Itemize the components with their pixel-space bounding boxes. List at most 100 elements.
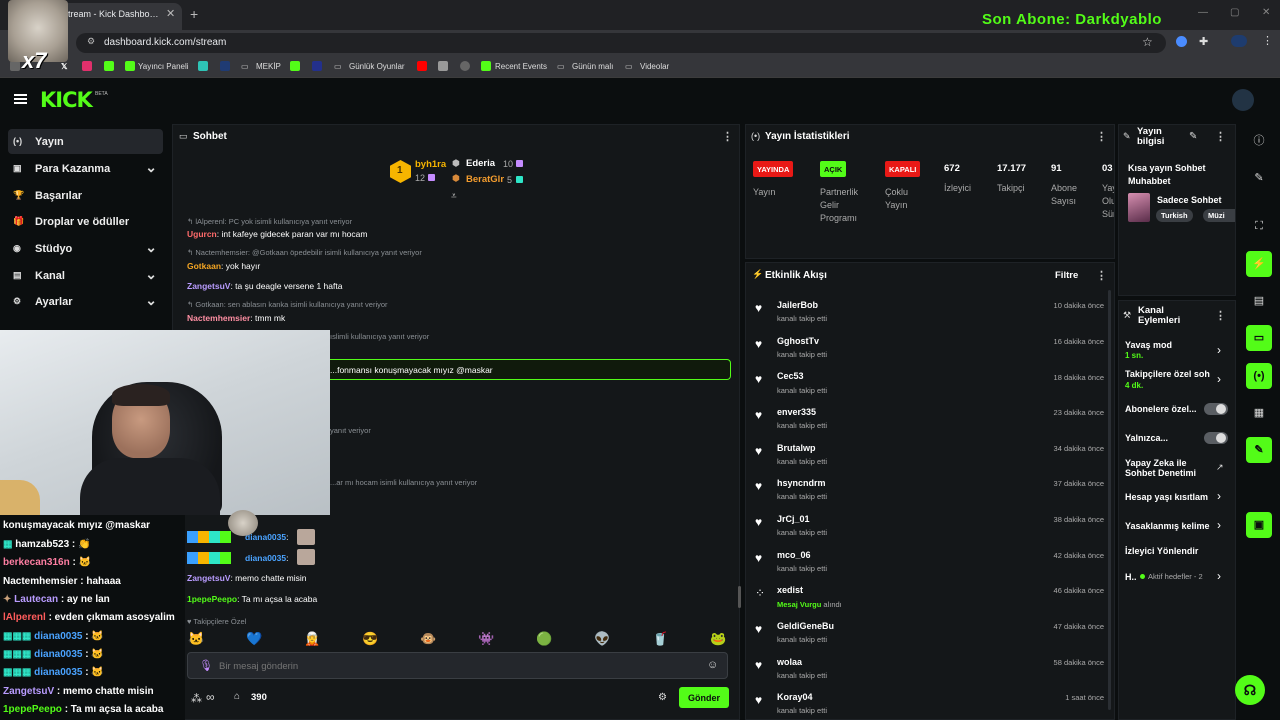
activity-user[interactable]: mco_06 xyxy=(777,550,811,560)
subs-only-toggle[interactable] xyxy=(1204,403,1228,415)
activity-user[interactable]: enver335 xyxy=(777,407,816,417)
chevron-right-icon[interactable]: › xyxy=(1217,569,1221,583)
bookmark-star-icon[interactable]: ☆ xyxy=(1142,35,1153,49)
activity-user[interactable]: JailerBob xyxy=(777,300,818,310)
leader-first-name[interactable]: byh1ra xyxy=(415,159,446,170)
sidebar-item-studyo[interactable]: ◉ Stüdyo ⌄ xyxy=(8,236,163,261)
sidebar-item-para-kazanma[interactable]: ▣ Para Kazanma ⌄ xyxy=(8,156,163,181)
category-thumbnail[interactable] xyxy=(1128,193,1150,222)
expand-leaderboard-icon[interactable]: ⩡ xyxy=(451,191,457,202)
chevron-right-icon[interactable]: › xyxy=(1217,518,1221,532)
category-name[interactable]: Sadece Sohbet xyxy=(1157,195,1235,205)
emote-2[interactable]: 💙 xyxy=(246,631,262,647)
activity-options-icon[interactable]: ⋮ xyxy=(1096,269,1107,282)
sidebar-item-ayarlar[interactable]: ⚙ Ayarlar ⌄ xyxy=(8,289,163,314)
instagram-bookmark-icon[interactable] xyxy=(82,61,92,71)
store-icon[interactable]: ⌂ xyxy=(234,691,240,702)
emote-9[interactable]: 🥤 xyxy=(652,631,668,647)
chat-toggle-icon[interactable]: ▭ xyxy=(1246,325,1272,351)
active-goals-label[interactable]: Aktif hedefler - 2 xyxy=(1148,572,1203,581)
maximize-icon[interactable]: ▢ xyxy=(1230,7,1239,18)
leader-second-name[interactable]: Ederia xyxy=(466,158,495,169)
emote-7[interactable]: 🟢 xyxy=(536,631,552,647)
chevron-right-icon[interactable]: › xyxy=(1217,372,1221,386)
activity-user[interactable]: JrCj_01 xyxy=(777,514,810,524)
emote-4[interactable]: 😎 xyxy=(362,631,378,647)
broadcast-toggle-icon[interactable]: (•) xyxy=(1246,363,1272,389)
tab-close-icon[interactable]: ✕ xyxy=(166,7,175,20)
emoji-picker-icon[interactable]: ☺ xyxy=(707,659,718,671)
activity-user[interactable]: wolaa xyxy=(777,657,802,667)
filter-button[interactable]: Filtre xyxy=(1055,270,1078,281)
emote-10[interactable]: 🐸 xyxy=(710,631,726,647)
site-info-icon[interactable]: ⚙ xyxy=(87,36,95,47)
chat-username[interactable]: Ugurcn xyxy=(187,229,217,239)
hamburger-menu-icon[interactable] xyxy=(14,94,27,104)
kick-bookmark-icon[interactable] xyxy=(104,61,114,71)
window-close-icon[interactable]: ✕ xyxy=(1262,7,1270,18)
activity-scrollbar[interactable] xyxy=(1108,290,1111,710)
chat-username[interactable]: ZangetsuV xyxy=(187,573,230,583)
chat-settings-gear-icon[interactable]: ⚙ xyxy=(658,692,667,703)
bookmark-videolar[interactable]: Videolar xyxy=(640,62,669,71)
chevron-right-icon[interactable]: › xyxy=(1217,343,1221,357)
activity-user[interactable]: Cec53 xyxy=(777,371,804,381)
chat-username[interactable]: Nactemhemsier xyxy=(187,313,250,323)
chat-username[interactable]: diana0035 xyxy=(245,553,286,563)
bookmark-yayinci-paneli[interactable]: Yayıncı Paneli xyxy=(138,62,189,71)
kick-panel-bookmark-icon[interactable] xyxy=(125,61,135,71)
tag-music[interactable]: Müzi xyxy=(1203,209,1235,222)
bookmark-gunun-mali[interactable]: Günün malı xyxy=(572,62,613,71)
url-box[interactable] xyxy=(76,33,1166,53)
fullscreen-icon[interactable]: ⛶ xyxy=(1246,213,1272,239)
bookmark-icon[interactable] xyxy=(481,61,491,71)
kick-bookmark-icon[interactable] xyxy=(290,61,300,71)
profile-icon[interactable] xyxy=(1231,35,1247,47)
chat-username[interactable]: 1pepePeepo xyxy=(187,594,237,604)
kick-logo[interactable]: KICK xyxy=(40,88,93,112)
bookmark-icon[interactable] xyxy=(438,61,448,71)
activity-user[interactable]: Koray04 xyxy=(777,692,813,702)
chevron-right-icon[interactable]: › xyxy=(1217,489,1221,503)
send-button[interactable]: Gönder xyxy=(679,687,729,708)
minimize-icon[interactable]: — xyxy=(1198,7,1208,18)
youtube-bookmark-icon[interactable] xyxy=(417,61,427,71)
apps-icon[interactable] xyxy=(10,61,20,71)
leader-third-name[interactable]: BeratGlr xyxy=(466,174,504,185)
channel-points-icon[interactable]: ⁂ xyxy=(191,692,202,705)
support-headset-icon[interactable]: ☊ xyxy=(1235,675,1265,705)
extension-icon[interactable] xyxy=(1176,36,1187,47)
activity-user[interactable]: xedist xyxy=(777,585,803,595)
edit-icon[interactable]: ✎ xyxy=(1246,165,1272,191)
channel-actions-options-icon[interactable]: ⋮ xyxy=(1215,309,1226,322)
browser-menu-icon[interactable]: ⋮ xyxy=(1262,34,1273,47)
emote-3[interactable]: 🧝 xyxy=(304,631,320,647)
emote-8[interactable]: 👽 xyxy=(594,631,610,647)
chat-username[interactable]: ZangetsuV xyxy=(187,281,230,291)
only-toggle[interactable] xyxy=(1204,432,1228,444)
sidebar-item-droplar[interactable]: 🎁 Droplar ve ödüller xyxy=(8,209,163,234)
banned-words-label[interactable]: Yasaklanmış kelime xyxy=(1125,521,1213,531)
ai-moderation-label[interactable]: Yapay Zeka ile Sohbet Denetimi xyxy=(1125,458,1207,478)
extensions-puzzle-icon[interactable]: ✚ xyxy=(1199,35,1208,48)
microphone-icon[interactable]: 🎙 xyxy=(199,659,213,672)
emote-6[interactable]: 👾 xyxy=(478,631,494,647)
info-icon[interactable]: ⓘ xyxy=(1246,128,1272,154)
user-avatar[interactable] xyxy=(1232,89,1254,111)
sidebar-item-kanal[interactable]: ▤ Kanal ⌄ xyxy=(8,263,163,288)
chat-options-icon[interactable]: ⋮ xyxy=(722,130,733,143)
sidebar-item-basarilar[interactable]: 🏆 Başarılar xyxy=(8,183,163,208)
activity-user[interactable]: GghostTv xyxy=(777,336,819,346)
bookmark-mekip[interactable]: MEKİP xyxy=(256,62,281,71)
bookmark-icon[interactable] xyxy=(198,61,208,71)
globe-icon[interactable] xyxy=(460,61,470,71)
stream-info-options-icon[interactable]: ⋮ xyxy=(1215,130,1226,143)
emote-1[interactable]: 🐱 xyxy=(188,631,204,647)
x-bookmark-icon[interactable]: 𝕏 xyxy=(61,62,67,71)
activity-user[interactable]: GeldiGeneBu xyxy=(777,621,834,631)
bookmark-recent-events[interactable]: Recent Events xyxy=(495,62,547,71)
bookmark-gunluk-oyunlar[interactable]: Günlük Oyunlar xyxy=(349,62,405,71)
bookmark-icon[interactable] xyxy=(312,61,322,71)
activity-user[interactable]: Brutalwp xyxy=(777,443,816,453)
chat-username[interactable]: Gotkaan xyxy=(187,261,221,271)
